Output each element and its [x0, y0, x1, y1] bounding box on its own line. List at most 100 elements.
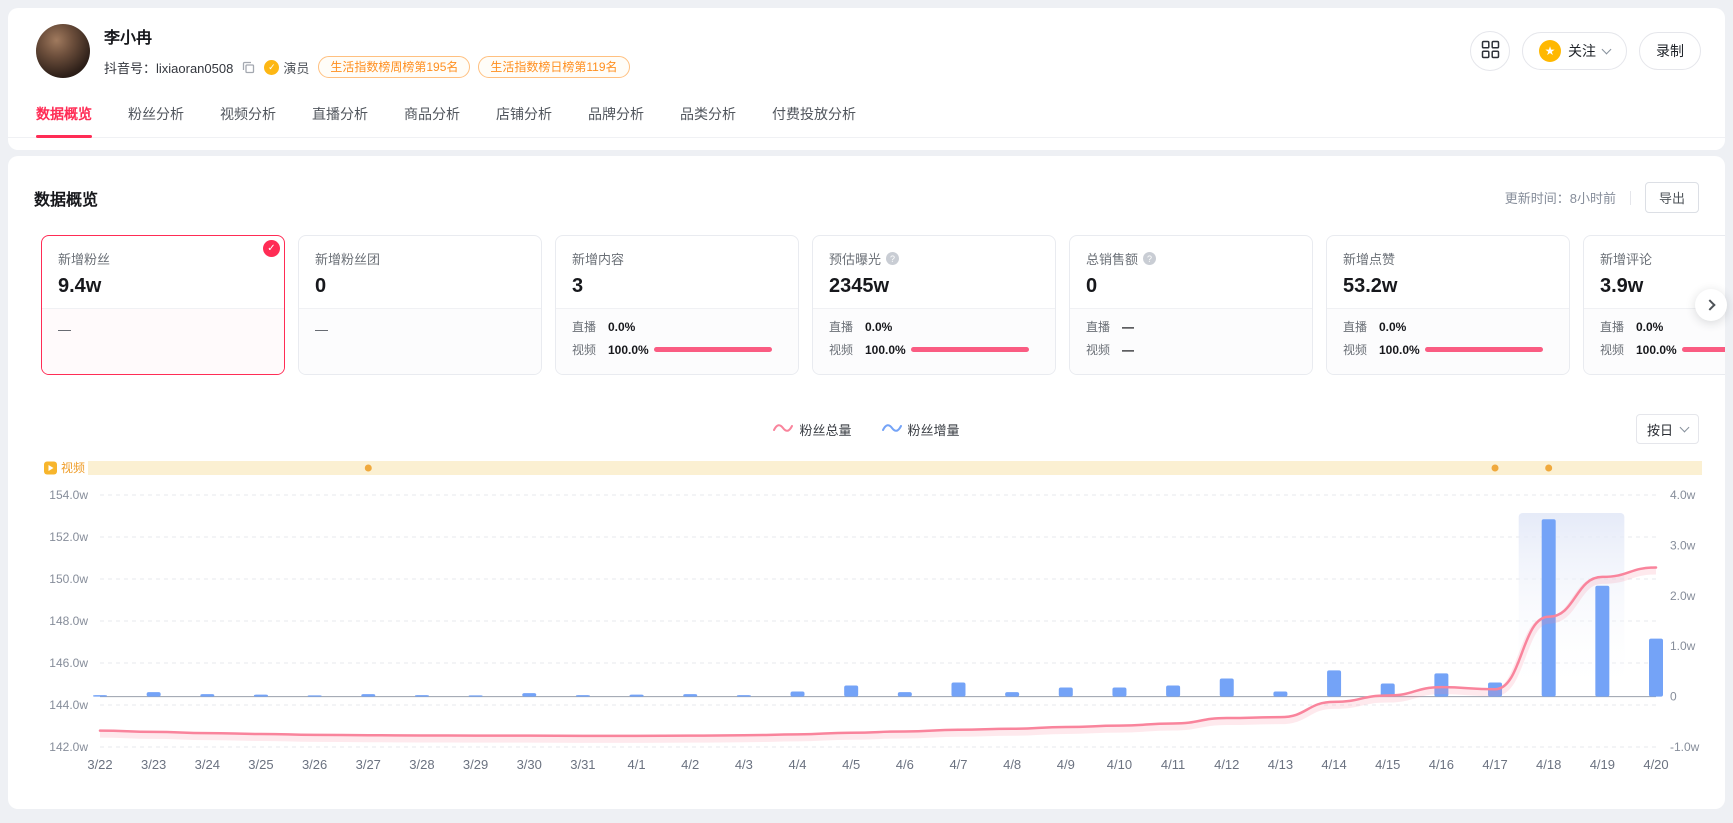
card-bottom: 直播— 视频—: [1070, 308, 1312, 374]
metric-card-4[interactable]: ✓ 预估曝光 ? 2345w 直播0.0%视频100.0%: [812, 235, 1056, 375]
card-stat-row: 直播0.0%: [829, 318, 1039, 335]
profile-header: 李小冉 抖音号：lixiaoran0508 ✓ 演员 生活指数榜周榜第195名生…: [8, 8, 1725, 150]
export-button[interactable]: 导出: [1645, 182, 1699, 213]
card-value: 3: [572, 275, 782, 298]
card-label: 新增内容: [572, 249, 624, 268]
stat-label: 视频: [572, 341, 600, 358]
chart-container: 视频 154.0w152.0w150.0w148.0w146.0w144.0w14…: [8, 455, 1725, 790]
card-stat-row: 视频100.0%: [829, 341, 1039, 358]
svg-text:3/27: 3/27: [356, 757, 381, 772]
card-label: 预估曝光: [829, 249, 881, 268]
stat-value: —: [1122, 343, 1164, 357]
video-post-dot[interactable]: [1545, 465, 1552, 472]
stat-label: 视频: [1600, 341, 1628, 358]
help-icon[interactable]: ?: [1143, 252, 1156, 265]
chevron-right-icon: [1704, 299, 1715, 310]
video-share-bar: [1682, 347, 1725, 352]
video-post-dot[interactable]: [1492, 465, 1499, 472]
avatar[interactable]: [36, 24, 90, 78]
tab-1[interactable]: 数据概览: [36, 90, 92, 137]
svg-text:4/14: 4/14: [1321, 757, 1346, 772]
svg-text:4/8: 4/8: [1003, 757, 1021, 772]
follow-button[interactable]: ★ 关注: [1522, 32, 1627, 70]
divider: [1630, 191, 1631, 205]
card-value: 53.2w: [1343, 275, 1553, 298]
svg-text:4/16: 4/16: [1429, 757, 1454, 772]
cards-scroll-next-button[interactable]: [1695, 289, 1727, 321]
svg-text:4/5: 4/5: [842, 757, 860, 772]
chart-legend-row: 粉丝总量 粉丝增量 按日: [8, 413, 1725, 445]
chevron-down-icon: [1602, 44, 1612, 54]
svg-text:3/31: 3/31: [570, 757, 595, 772]
card-stat-row: 直播 0.0%: [572, 318, 782, 335]
metric-card-5[interactable]: ✓ 总销售额 ? 0 直播—视频—: [1069, 235, 1313, 375]
legend-fans-increment-label: 粉丝增量: [908, 420, 960, 439]
video-track-label: 视频: [61, 460, 85, 475]
tab-7[interactable]: 品牌分析: [588, 90, 644, 137]
svg-text:150.0w: 150.0w: [49, 572, 88, 586]
svg-text:3/24: 3/24: [195, 757, 220, 772]
stat-value: 100.0%: [1636, 343, 1678, 357]
metric-card-6[interactable]: ✓ 新增点赞 ? 53.2w 直播0.0%视频100.0%: [1326, 235, 1570, 375]
star-icon: ★: [1539, 40, 1561, 62]
grid-qr-button[interactable]: [1470, 31, 1510, 71]
card-value: 0: [315, 275, 525, 298]
svg-text:4/4: 4/4: [788, 757, 806, 772]
metric-cards-row: ✓ 新增粉丝 ? 9.4w — ✓ 新增粉丝团 ? 0 — ✓ 新增内容 ? 3: [8, 235, 1725, 375]
stat-value: 100.0%: [608, 343, 650, 357]
tab-5[interactable]: 商品分析: [404, 90, 460, 137]
stat-value: 100.0%: [865, 343, 907, 357]
card-label: 总销售额: [1086, 249, 1138, 268]
selected-check-icon: ✓: [263, 240, 280, 257]
card-bottom: 直播0.0%视频100.0%: [1327, 308, 1569, 374]
video-share-bar: [654, 347, 772, 352]
legend-fans-total-label: 粉丝总量: [799, 420, 851, 439]
svg-text:4/20: 4/20: [1643, 757, 1668, 772]
verified-check-icon: ✓: [264, 60, 279, 75]
tab-4[interactable]: 直播分析: [312, 90, 368, 137]
fans-increment-bars[interactable]: [93, 519, 1663, 696]
rank-badge-1[interactable]: 生活指数榜周榜第195名: [318, 56, 470, 78]
douyin-id: 抖音号：lixiaoran0508: [104, 58, 233, 77]
record-button[interactable]: 录制: [1639, 32, 1701, 70]
granularity-select[interactable]: 按日: [1636, 414, 1699, 444]
stat-value: 0.0%: [608, 320, 650, 334]
svg-text:4/10: 4/10: [1107, 757, 1132, 772]
video-post-dot[interactable]: [365, 465, 372, 472]
rank-badge-2[interactable]: 生活指数榜日榜第119名: [478, 56, 629, 78]
svg-text:1.0w: 1.0w: [1670, 639, 1696, 653]
video-marker-band: 视频: [44, 460, 1702, 475]
stat-label: 直播: [572, 318, 600, 335]
legend-fans-total[interactable]: 粉丝总量: [773, 420, 851, 439]
tab-9[interactable]: 付费投放分析: [772, 90, 856, 137]
stat-value: 0.0%: [1379, 320, 1421, 334]
overview-panel: 数据概览 更新时间：8小时前 导出 ✓ 新增粉丝 ? 9.4w — ✓ 新增粉丝…: [8, 156, 1725, 809]
grid-icon: [1481, 40, 1500, 62]
tab-8[interactable]: 品类分析: [680, 90, 736, 137]
tab-2[interactable]: 粉丝分析: [128, 90, 184, 137]
card-bottom: —: [42, 308, 284, 374]
video-share-bar: [1425, 347, 1543, 352]
svg-text:4.0w: 4.0w: [1670, 488, 1696, 502]
svg-text:4/9: 4/9: [1057, 757, 1075, 772]
card-label: 新增粉丝: [58, 249, 110, 268]
fans-total-line[interactable]: [100, 567, 1656, 735]
stat-label: 视频: [1343, 341, 1371, 358]
chart-gridlines: 154.0w152.0w150.0w148.0w146.0w144.0w142.…: [49, 488, 1699, 754]
metric-card-1[interactable]: ✓ 新增粉丝 ? 9.4w —: [41, 235, 285, 375]
help-icon[interactable]: ?: [886, 252, 899, 265]
svg-text:3.0w: 3.0w: [1670, 538, 1696, 552]
copy-icon[interactable]: [242, 61, 255, 74]
fans-total-line-icon: [773, 422, 793, 437]
card-stat-row: 直播—: [1086, 318, 1296, 335]
metric-cards-wrap: ✓ 新增粉丝 ? 9.4w — ✓ 新增粉丝团 ? 0 — ✓ 新增内容 ? 3: [8, 235, 1725, 375]
metric-card-3[interactable]: ✓ 新增内容 ? 3 直播0.0%视频100.0%: [555, 235, 799, 375]
legend-fans-increment[interactable]: 粉丝增量: [882, 420, 960, 439]
rank-badges: 生活指数榜周榜第195名生活指数榜日榜第119名: [318, 56, 629, 78]
card-stat-row: 视频—: [1086, 341, 1296, 358]
metric-card-2[interactable]: ✓ 新增粉丝团 ? 0 —: [298, 235, 542, 375]
svg-text:3/22: 3/22: [87, 757, 112, 772]
fans-trend-chart[interactable]: 视频 154.0w152.0w150.0w148.0w146.0w144.0w14…: [8, 455, 1725, 785]
tab-6[interactable]: 店铺分析: [496, 90, 552, 137]
tab-3[interactable]: 视频分析: [220, 90, 276, 137]
